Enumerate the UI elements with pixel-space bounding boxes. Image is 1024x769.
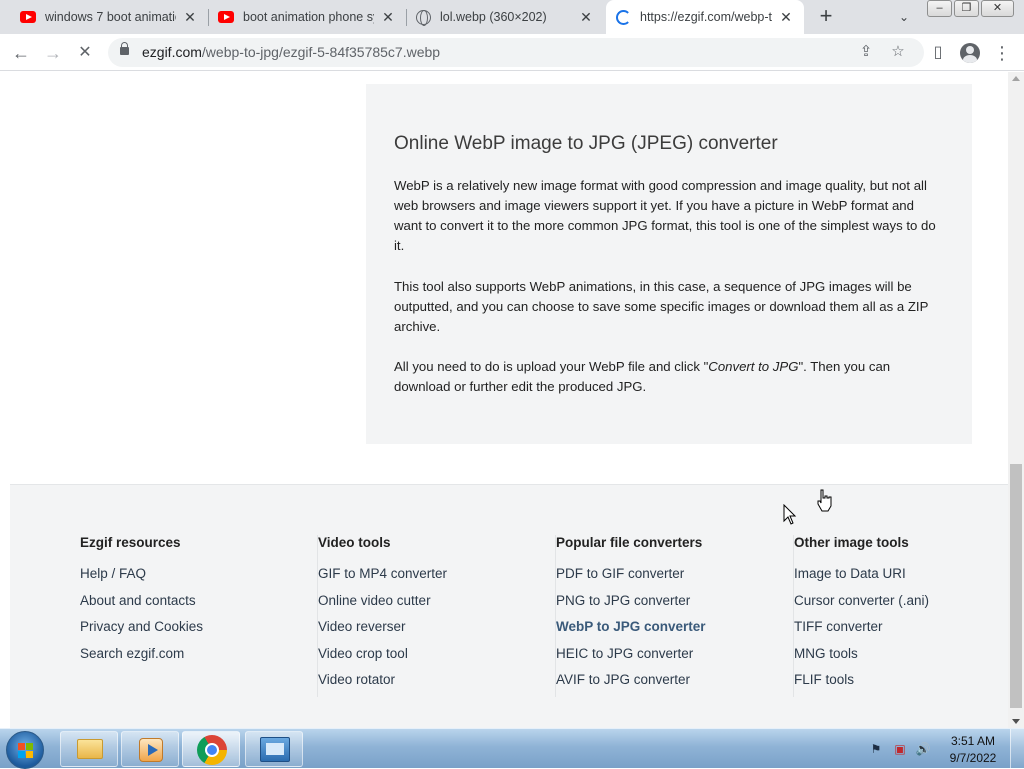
description-paragraph-2: This tool also supports WebP animations,… — [394, 279, 929, 334]
site-footer: Ezgif resources Help / FAQ About and con… — [10, 484, 1008, 728]
volume-speaker-icon[interactable]: 🔊 — [915, 742, 931, 756]
footer-link-video-crop[interactable]: Video crop tool — [318, 641, 555, 668]
footer-column-other-image-tools: Other image tools Image to Data URI Curs… — [794, 535, 1008, 697]
taskbar-explorer-button[interactable] — [60, 731, 118, 767]
footer-link-gif-to-mp4[interactable]: GIF to MP4 converter — [318, 561, 555, 588]
clock-date[interactable]: 9/7/2022 — [948, 751, 998, 765]
tab-windows-7-boot-animation[interactable]: windows 7 boot animation ✕ — [10, 0, 208, 34]
loading-spinner-icon — [616, 9, 631, 25]
tab-search-chevron-icon[interactable]: ⌄ — [895, 8, 913, 26]
description-paragraph-1: WebP is a relatively new image format wi… — [394, 178, 936, 253]
minimize-button[interactable]: – — [927, 0, 952, 17]
footer-heading: Popular file converters — [556, 535, 703, 550]
footer-column-ezgif-resources: Ezgif resources Help / FAQ About and con… — [80, 535, 318, 697]
footer-link-tiff-converter[interactable]: TIFF converter — [794, 614, 1008, 641]
new-tab-button[interactable]: + — [815, 5, 837, 28]
clock-time[interactable]: 3:51 AM — [948, 734, 998, 748]
page-title: Online WebP image to JPG (JPEG) converte… — [394, 133, 778, 154]
tab-strip: windows 7 boot animation ✕ boot animatio… — [0, 0, 1024, 34]
para3-text-start: All you need to do is upload your WebP f… — [394, 359, 709, 374]
footer-heading: Video tools — [318, 535, 391, 550]
network-disconnected-icon[interactable]: ▣ — [892, 742, 908, 756]
share-icon[interactable]: ⇪ — [857, 43, 875, 61]
lock-icon — [120, 42, 129, 55]
close-tab-icon[interactable]: ✕ — [380, 9, 396, 25]
tab-title: windows 7 boot animation — [45, 10, 176, 24]
address-bar[interactable]: ezgif.com/webp-to-jpg/ezgif-5-84f35785c7… — [108, 38, 924, 67]
profile-avatar-icon[interactable] — [960, 43, 980, 63]
windows-logo-icon — [18, 743, 34, 759]
footer-link-png-to-jpg[interactable]: PNG to JPG converter — [556, 588, 793, 615]
footer-link-video-cutter[interactable]: Online video cutter — [318, 588, 555, 615]
side-panel-icon[interactable]: ▯ — [927, 42, 949, 64]
convert-to-jpg-emphasis: Convert to JPG — [708, 359, 799, 374]
show-desktop-button[interactable] — [1010, 729, 1024, 769]
footer-link-avif-to-jpg[interactable]: AVIF to JPG converter — [556, 667, 793, 694]
close-tab-icon[interactable]: ✕ — [578, 9, 594, 25]
browser-toolbar: ← → ✕ ezgif.com/webp-to-jpg/ezgif-5-84f3… — [0, 34, 1024, 71]
url-host: ezgif.com — [142, 44, 202, 60]
converter-description-panel: Online WebP image to JPG (JPEG) converte… — [366, 84, 972, 444]
footer-link-cursor-converter[interactable]: Cursor converter (.ani) — [794, 588, 1008, 615]
footer-link-about[interactable]: About and contacts — [80, 588, 317, 615]
close-window-button[interactable]: ✕ — [981, 0, 1014, 17]
forward-arrow-icon[interactable]: → — [42, 42, 64, 64]
footer-link-image-to-data-uri[interactable]: Image to Data URI — [794, 561, 1008, 588]
footer-heading: Ezgif resources — [80, 535, 181, 550]
page-viewport: Online WebP image to JPG (JPEG) converte… — [0, 72, 1008, 728]
maximize-button[interactable]: ❐ — [954, 0, 979, 17]
youtube-icon — [20, 11, 36, 23]
footer-link-flif-tools[interactable]: FLIF tools — [794, 667, 1008, 694]
footer-link-heic-to-jpg[interactable]: HEIC to JPG converter — [556, 641, 793, 668]
footer-column-video-tools: Video tools GIF to MP4 converter Online … — [318, 535, 556, 697]
footer-column-file-converters: Popular file converters PDF to GIF conve… — [556, 535, 794, 697]
scrollbar-thumb[interactable] — [1010, 464, 1022, 708]
windows-taskbar: ⚑ ▣ 🔊 3:51 AM 9/7/2022 — [0, 728, 1024, 769]
taskbar-media-player-button[interactable] — [121, 731, 179, 767]
footer-link-privacy[interactable]: Privacy and Cookies — [80, 614, 317, 641]
footer-link-video-reverser[interactable]: Video reverser — [318, 614, 555, 641]
tab-title: boot animation phone sy — [243, 10, 374, 24]
footer-link-video-rotator[interactable]: Video rotator — [318, 667, 555, 694]
start-button[interactable] — [6, 731, 44, 769]
taskbar-chrome-button[interactable] — [182, 731, 240, 767]
footer-heading: Other image tools — [794, 535, 909, 550]
tab-title: lol.webp (360×202) — [440, 10, 547, 24]
close-tab-icon[interactable]: ✕ — [182, 9, 198, 25]
page-scrollbar[interactable] — [1008, 72, 1024, 728]
globe-icon — [416, 9, 431, 26]
system-tray: ⚑ ▣ 🔊 3:51 AM 9/7/2022 — [862, 729, 1024, 769]
bookmark-star-icon[interactable]: ☆ — [889, 43, 907, 61]
scroll-up-arrow-icon[interactable] — [1012, 76, 1020, 81]
footer-link-webp-to-jpg-current[interactable]: WebP to JPG converter — [556, 614, 793, 641]
control-panel-icon — [260, 737, 290, 762]
taskbar-control-panel-button[interactable] — [245, 731, 303, 767]
url-text[interactable]: ezgif.com/webp-to-jpg/ezgif-5-84f35785c7… — [142, 44, 440, 60]
scroll-down-arrow-icon[interactable] — [1012, 719, 1020, 724]
tab-ezgif-active[interactable]: https://ezgif.com/webp-t ✕ — [606, 0, 804, 34]
tab-title: https://ezgif.com/webp-t — [640, 10, 772, 24]
footer-link-help-faq[interactable]: Help / FAQ — [80, 561, 317, 588]
chrome-icon — [197, 735, 227, 765]
tab-lol-webp[interactable]: lol.webp (360×202) ✕ — [406, 0, 604, 34]
menu-dots-icon[interactable]: ⋮ — [991, 42, 1013, 64]
footer-link-pdf-to-gif[interactable]: PDF to GIF converter — [556, 561, 793, 588]
youtube-icon — [218, 11, 234, 23]
media-player-icon — [139, 738, 163, 762]
window-controls: – ❐ ✕ — [927, 0, 1016, 18]
back-arrow-icon[interactable]: ← — [10, 42, 32, 64]
url-path: /webp-to-jpg/ezgif-5-84f35785c7.webp — [201, 44, 441, 60]
footer-link-search[interactable]: Search ezgif.com — [80, 641, 317, 668]
footer-link-mng-tools[interactable]: MNG tools — [794, 641, 1008, 668]
stop-loading-icon[interactable]: ✕ — [74, 42, 96, 64]
close-tab-icon[interactable]: ✕ — [778, 9, 794, 25]
description-paragraph-3: All you need to do is upload your WebP f… — [394, 357, 942, 397]
action-center-flag-icon[interactable]: ⚑ — [868, 742, 884, 756]
explorer-folder-icon — [77, 739, 103, 759]
tab-boot-animation-phone[interactable]: boot animation phone sy ✕ — [208, 0, 406, 34]
